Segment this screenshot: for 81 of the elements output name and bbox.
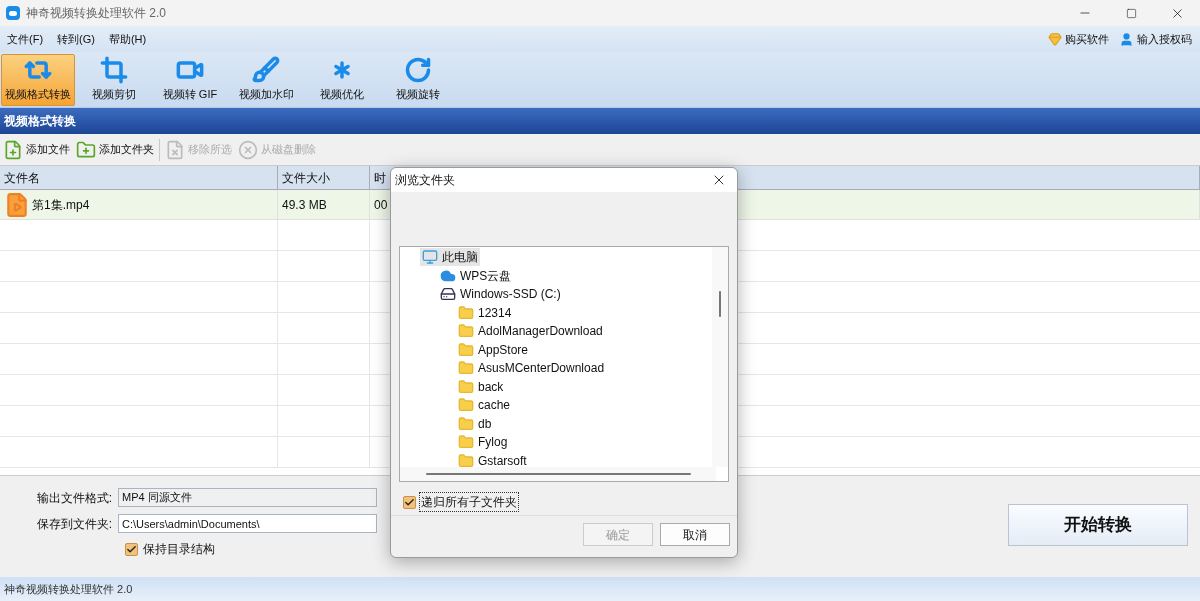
dialog-button[interactable]: 取消	[660, 523, 730, 546]
tree-item-label: Windows-SSD (C:)	[460, 286, 561, 304]
checkbox[interactable]	[125, 542, 138, 556]
folder-icon	[458, 434, 474, 451]
tool-button[interactable]: 视频旋转	[381, 53, 455, 106]
folder-icon	[458, 452, 474, 469]
table-cell-text: 00	[374, 196, 388, 214]
folder-icon	[458, 341, 474, 358]
video-file-icon	[4, 191, 30, 218]
vertical-scrollbar[interactable]	[712, 247, 728, 467]
tree-item[interactable]: AdolManagerDownload	[456, 322, 605, 341]
gem-icon	[1048, 32, 1062, 46]
tree-item[interactable]: 此电脑	[420, 248, 480, 267]
table-cell-text: 第1集.mp4	[32, 196, 90, 214]
field-label: 输出文件格式:	[35, 489, 113, 507]
menu-item[interactable]: 文件(F)	[0, 30, 51, 48]
tree-item[interactable]: back	[456, 377, 506, 396]
tree-item-label: AsusMCenterDownload	[478, 360, 605, 378]
folder-icon	[458, 415, 474, 432]
user-icon	[1119, 31, 1134, 47]
dialog-title: 浏览文件夹	[395, 172, 455, 189]
tree-item[interactable]: AppStore	[456, 340, 531, 359]
tree-item-label: 12314	[478, 304, 512, 322]
crop-icon	[100, 56, 128, 85]
file-x-icon	[165, 139, 185, 160]
output-format-field[interactable]: MP4 同源文件	[118, 488, 377, 507]
folder-icon	[458, 397, 474, 414]
tree-item[interactable]: Fylog	[456, 433, 510, 452]
tree-item[interactable]: WPS云盘	[438, 266, 514, 285]
checkbox-label: 递归所有子文件夹	[419, 492, 519, 512]
tree-item[interactable]: AsusMCenterDownload	[456, 359, 607, 378]
tree-item[interactable]: db	[456, 414, 494, 433]
folder-icon	[458, 323, 474, 340]
start-button[interactable]: 开始转换	[1008, 504, 1188, 546]
file-plus-icon	[3, 139, 23, 160]
column-header[interactable]: 文件大小	[278, 166, 370, 189]
header-link[interactable]: 购买软件	[1048, 30, 1109, 48]
status-bar: 神奇视频转换处理软件 2.0	[0, 577, 1200, 601]
folder-plus-icon	[76, 139, 96, 160]
tool-button[interactable]: 视频优化	[305, 53, 379, 106]
tree-item-label: AdolManagerDownload	[478, 323, 603, 341]
folder-icon	[458, 304, 474, 321]
tree-item-label: cache	[478, 397, 511, 415]
tool-button[interactable]: 视频加水印	[229, 53, 303, 106]
tree-item-label: 此电脑	[442, 249, 478, 267]
tree-item[interactable]: Gstarsoft	[456, 451, 529, 470]
drive-icon	[440, 286, 456, 303]
x-circle-icon	[238, 139, 258, 160]
menu-item[interactable]: 转到(G)	[50, 30, 102, 48]
tree-item-label: back	[478, 378, 504, 396]
checkbox-label: 保持目录结构	[143, 541, 215, 558]
field-label: 保存到文件夹:	[35, 515, 113, 533]
folder-icon	[458, 378, 474, 395]
monitor-icon	[422, 249, 438, 266]
tool-button[interactable]: 视频转 GIF	[153, 53, 227, 106]
tree-item[interactable]: cache	[456, 396, 513, 415]
tool-button[interactable]: 视频剪切	[77, 53, 151, 106]
tree-item-label: WPS云盘	[460, 267, 512, 285]
tree-item-label: Gstarsoft	[478, 452, 527, 470]
horizontal-scrollbar[interactable]	[400, 467, 716, 481]
tree-item[interactable]: Windows-SSD (C:)	[438, 285, 563, 304]
toolbar-button[interactable]: 添加文件	[0, 139, 73, 160]
tool-button[interactable]: 视频格式转换	[1, 53, 75, 106]
table-cell-text: 49.3 MB	[282, 196, 327, 214]
folder-icon	[458, 360, 474, 377]
tree-item-label: Fylog	[478, 434, 508, 452]
maximize-icon	[1125, 7, 1137, 19]
window-title: 神奇视频转换处理软件 2.0	[26, 5, 166, 22]
section-header: 视频格式转换	[0, 108, 1200, 134]
column-header[interactable]: 文件名	[0, 166, 278, 189]
brush-icon	[252, 56, 280, 85]
tree-item-label: db	[478, 415, 492, 433]
tree-item-label: AppStore	[478, 341, 529, 359]
header-link[interactable]: 输入授权码	[1119, 30, 1192, 48]
toolbar-button[interactable]: 添加文件夹	[73, 139, 157, 160]
menu-item[interactable]: 帮助(H)	[101, 30, 154, 48]
save-folder-field[interactable]: C:\Users\admin\Documents\	[118, 514, 377, 533]
rotate-icon	[404, 56, 432, 85]
checkbox[interactable]	[403, 495, 416, 509]
app-logo-icon	[6, 6, 20, 20]
tree-item[interactable]: 12314	[456, 303, 514, 322]
